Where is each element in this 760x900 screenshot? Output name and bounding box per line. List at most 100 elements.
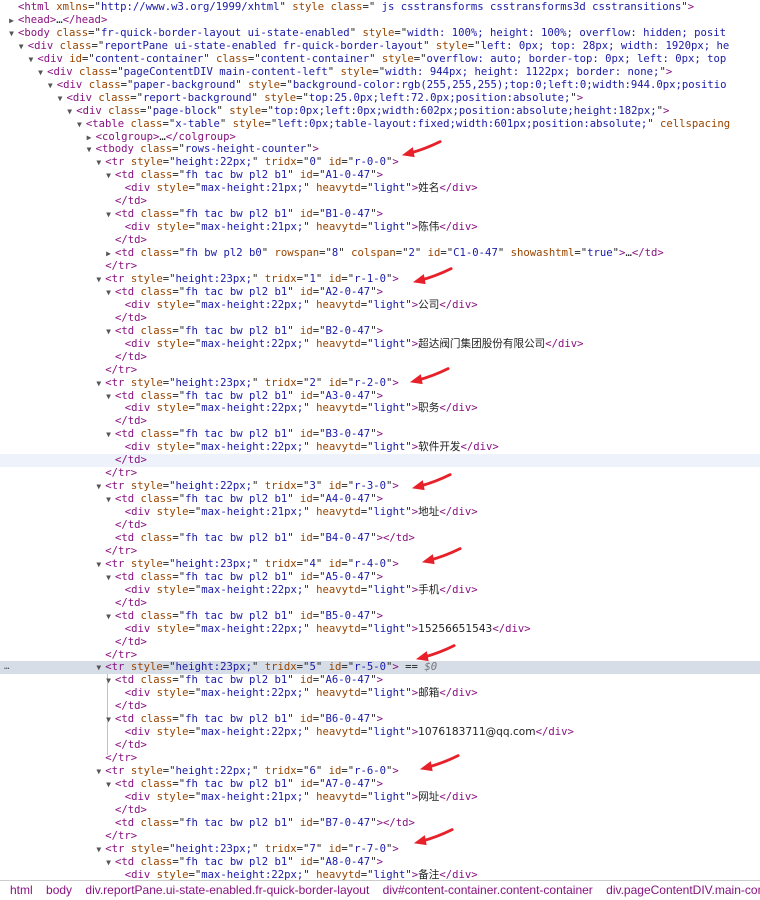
dom-node-line[interactable]: </td> [0, 739, 760, 752]
dom-node-line[interactable]: ▼ <body class="fr-quick-border-layout ui-… [0, 27, 760, 40]
dom-node-line[interactable]: <td class="fh tac bw pl2 b1" id="B7-0-47… [0, 817, 760, 830]
dom-node-line[interactable]: <div style="max-height:22px;" heavytd="l… [0, 402, 760, 415]
collapse-triangle-icon[interactable]: ▼ [104, 428, 113, 441]
dom-node-line[interactable]: ▼ <td class="fh tac bw pl2 b1" id="A8-0-4… [0, 856, 760, 869]
dom-node-line[interactable]: <div style="max-height:22px;" heavytd="l… [0, 869, 760, 880]
collapse-triangle-icon[interactable]: ▼ [26, 53, 35, 66]
dom-node-line[interactable]: </tr> [0, 467, 760, 480]
dom-node-line[interactable]: <div style="max-height:22px;" heavytd="l… [0, 299, 760, 312]
dom-node-line[interactable]: ▼ <div class="report-background" style="t… [0, 92, 760, 105]
dom-node-line[interactable]: ▼ <td class="fh tac bw pl2 b1" id="B6-0-4… [0, 713, 760, 726]
dom-node-line[interactable]: </td> [0, 636, 760, 649]
collapse-triangle-icon[interactable]: ▼ [46, 79, 55, 92]
collapse-triangle-icon[interactable]: ▼ [17, 40, 26, 53]
collapse-triangle-icon[interactable]: ▼ [94, 377, 103, 390]
dom-node-line[interactable]: </tr> [0, 260, 760, 273]
dom-node-line[interactable]: </td> [0, 234, 760, 247]
breadcrumb-report-pane[interactable]: div.reportPane.ui-state-enabled.fr-quick… [85, 881, 369, 899]
collapse-triangle-icon[interactable]: ▼ [85, 143, 94, 156]
dom-node-line[interactable]: ▼ <tr style="height:23px;" tridx="1" id="… [0, 273, 760, 286]
dom-node-line[interactable]: ▼ <div id="content-container" class="cont… [0, 53, 760, 66]
dom-node-line[interactable]: </td> [0, 597, 760, 610]
dom-node-line[interactable]: ▼ <tr style="height:22px;" tridx="3" id="… [0, 480, 760, 493]
dom-node-line[interactable]: <html xmlns="http://www.w3.org/1999/xhtm… [0, 1, 760, 14]
dom-node-line[interactable]: <div style="max-height:22px;" heavytd="l… [0, 338, 760, 351]
dom-node-line[interactable]: </tr> [0, 752, 760, 765]
dom-node-line[interactable]: <div style="max-height:21px;" heavytd="l… [0, 221, 760, 234]
dom-node-line[interactable]: <div style="max-height:22px;" heavytd="l… [0, 441, 760, 454]
collapse-triangle-icon[interactable]: ▼ [104, 325, 113, 338]
dom-node-line[interactable]: ▼ <td class="fh tac bw pl2 b1" id="B2-0-4… [0, 325, 760, 338]
dom-node-line[interactable]: ▶ <head>…</head> [0, 14, 760, 27]
expand-triangle-icon[interactable]: ▶ [104, 247, 113, 260]
dom-node-line[interactable]: </tr> [0, 649, 760, 662]
collapse-triangle-icon[interactable]: ▼ [104, 610, 113, 623]
dom-node-line[interactable]: </td> [0, 415, 760, 428]
collapse-triangle-icon[interactable]: ▼ [94, 843, 103, 856]
dom-node-line[interactable]: ▼ <tr style="height:22px;" tridx="6" id="… [0, 765, 760, 778]
dom-node-line[interactable]: </td> [0, 700, 760, 713]
dom-node-line[interactable]: </td> [0, 519, 760, 532]
collapse-triangle-icon[interactable]: ▼ [94, 765, 103, 778]
dom-node-line[interactable]: ▶ <td class="fh bw pl2 b0" rowspan="8" co… [0, 247, 760, 260]
dom-node-line[interactable]: <td class="fh tac bw pl2 b1" id="B4-0-47… [0, 532, 760, 545]
collapse-triangle-icon[interactable]: ▼ [104, 713, 113, 726]
breadcrumb-page-content[interactable]: div.pageContentDIV.main-con [606, 881, 760, 899]
dom-node-line[interactable]: ▼ <td class="fh tac bw pl2 b1" id="A7-0-4… [0, 778, 760, 791]
collapse-triangle-icon[interactable]: ▼ [104, 169, 113, 182]
dom-node-line[interactable]: ▼ <td class="fh tac bw pl2 b1" id="A5-0-4… [0, 571, 760, 584]
dom-node-line[interactable]: ▼ <tbody class="rows-height-counter"> [0, 143, 760, 156]
dom-node-line[interactable]: ▼ <div class="paper-background" style="ba… [0, 79, 760, 92]
dom-node-line[interactable]: </td> [0, 351, 760, 364]
dom-node-line[interactable]: <div style="max-height:21px;" heavytd="l… [0, 506, 760, 519]
dom-node-line[interactable]: ▼ <td class="fh tac bw pl2 b1" id="A3-0-4… [0, 390, 760, 403]
dom-node-line[interactable]: </td> [0, 454, 760, 468]
collapse-triangle-icon[interactable]: ▼ [56, 92, 65, 105]
collapse-triangle-icon[interactable]: ▼ [94, 273, 103, 286]
dom-node-line[interactable]: ▼ <tr style="height:22px;" tridx="0" id="… [0, 156, 760, 169]
collapse-triangle-icon[interactable]: ▼ [94, 661, 103, 674]
dom-node-line[interactable]: </tr> [0, 545, 760, 558]
collapse-triangle-icon[interactable]: ▼ [36, 66, 45, 79]
dom-node-line[interactable]: ▼ <td class="fh tac bw pl2 b1" id="B5-0-4… [0, 610, 760, 623]
collapse-triangle-icon[interactable]: ▼ [104, 778, 113, 791]
dom-node-line[interactable]: ▼ <td class="fh tac bw pl2 b1" id="A6-0-4… [0, 674, 760, 687]
collapse-triangle-icon[interactable]: ▼ [104, 286, 113, 299]
collapse-triangle-icon[interactable]: ▼ [104, 390, 113, 403]
dom-node-line[interactable]: ▼ <div class="page-block" style="top:0px;… [0, 105, 760, 118]
collapse-triangle-icon[interactable]: ▼ [7, 27, 16, 40]
expand-triangle-icon[interactable]: ▶ [85, 131, 94, 144]
breadcrumb-html[interactable]: html [10, 881, 33, 899]
dom-node-line[interactable]: <div style="max-height:22px;" heavytd="l… [0, 726, 760, 739]
dom-node-line[interactable]: ▶ <colgroup>…</colgroup> [0, 131, 760, 144]
collapse-triangle-icon[interactable]: ▼ [104, 856, 113, 869]
dom-node-line[interactable]: </tr> [0, 830, 760, 843]
dom-node-line[interactable]: <div style="max-height:22px;" heavytd="l… [0, 687, 760, 700]
collapse-triangle-icon[interactable]: ▼ [94, 558, 103, 571]
dom-node-line[interactable]: ▼ <table class="x-table" style="left:0px;… [0, 118, 760, 131]
dom-node-line[interactable]: <div style="max-height:22px;" heavytd="l… [0, 584, 760, 597]
dom-node-line[interactable]: ▼ <td class="fh tac bw pl2 b1" id="A2-0-4… [0, 286, 760, 299]
dom-node-line[interactable]: … ▼ <tr style="height:23px;" tridx="5" id=… [0, 661, 760, 675]
dom-node-line[interactable]: ▼ <td class="fh tac bw pl2 b1" id="B3-0-4… [0, 428, 760, 441]
dom-node-line[interactable]: </tr> [0, 364, 760, 377]
collapse-triangle-icon[interactable]: ▼ [94, 480, 103, 493]
node-options-icon[interactable]: … [4, 661, 9, 674]
collapse-triangle-icon[interactable]: ▼ [104, 571, 113, 584]
dom-node-line[interactable]: ▼ <td class="fh tac bw pl2 b1" id="B1-0-4… [0, 208, 760, 221]
dom-node-line[interactable]: ▼ <div class="pageContentDIV main-content… [0, 66, 760, 79]
dom-node-line[interactable]: ▼ <tr style="height:23px;" tridx="2" id="… [0, 377, 760, 390]
breadcrumb-content-container[interactable]: div#content-container.content-container [383, 881, 593, 899]
dom-node-line[interactable]: <div style="max-height:21px;" heavytd="l… [0, 791, 760, 804]
dom-node-line[interactable]: ▼ <td class="fh tac bw pl2 b1" id="A4-0-4… [0, 493, 760, 506]
dom-node-line[interactable]: </td> [0, 195, 760, 208]
dom-node-line[interactable]: ▼ <tr style="height:23px;" tridx="4" id="… [0, 558, 760, 571]
expand-triangle-icon[interactable]: ▶ [7, 14, 16, 27]
dom-node-line[interactable]: <div style="max-height:22px;" heavytd="l… [0, 623, 760, 636]
dom-node-line[interactable]: ▼ <div class="reportPane ui-state-enabled… [0, 40, 760, 53]
dom-node-line[interactable]: ▼ <td class="fh tac bw pl2 b1" id="A1-0-4… [0, 169, 760, 182]
dom-tree-panel[interactable]: <html xmlns="http://www.w3.org/1999/xhtm… [0, 0, 760, 880]
collapse-triangle-icon[interactable]: ▼ [75, 118, 84, 131]
dom-node-line[interactable]: </td> [0, 312, 760, 325]
collapse-triangle-icon[interactable]: ▼ [104, 493, 113, 506]
